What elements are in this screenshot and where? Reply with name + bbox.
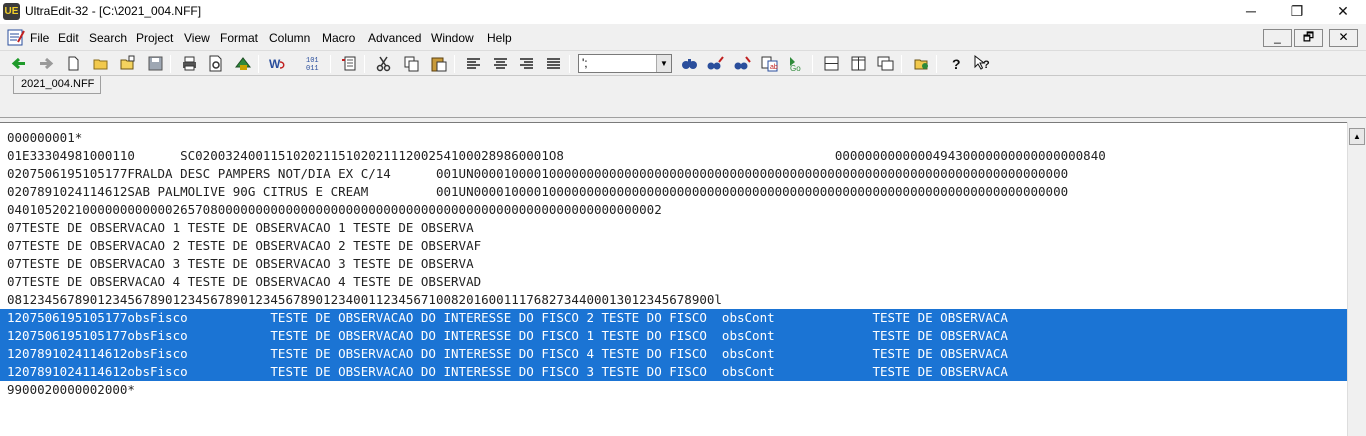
cascade-windows-icon[interactable] [876, 54, 895, 73]
svg-text:?: ? [983, 59, 990, 71]
ultraedit-app-icon[interactable]: UE [3, 3, 20, 20]
replace-icon[interactable]: ab [760, 54, 779, 73]
chevron-down-icon[interactable]: ▼ [656, 55, 671, 72]
forward-arrow-icon[interactable] [36, 54, 55, 73]
open-project-icon[interactable] [118, 54, 137, 73]
editor-line[interactable]: 0207506195105177FRALDA DESC PAMPERS NOT/… [7, 165, 1347, 183]
word-wrap-icon[interactable]: W [268, 54, 287, 73]
menu-format[interactable]: Format [220, 31, 258, 45]
menu-file[interactable]: File [30, 31, 49, 45]
close-button[interactable]: ✕ [1320, 0, 1366, 24]
mdi-minimize-button[interactable]: _ [1263, 29, 1292, 47]
editor-line[interactable]: 0401052021000000000000265708000000000000… [7, 201, 1347, 219]
svg-text:Go: Go [790, 64, 801, 73]
text-editor[interactable]: 000000001* 01E33304981000110 SC0200324001… [0, 122, 1347, 436]
editor-line[interactable]: 0207891024114612SAB PALMOLIVE 90G CITRUS… [7, 183, 1347, 201]
minimize-button[interactable]: ─ [1228, 0, 1274, 24]
svg-text:?: ? [952, 56, 961, 72]
window-title: UltraEdit-32 - [C:\2021_004.NFF] [25, 4, 202, 18]
find-icon[interactable] [680, 54, 699, 73]
svg-text:101: 101 [306, 57, 319, 65]
editor-lines: 000000001* 01E33304981000110 SC0200324001… [0, 129, 1347, 399]
align-left-icon[interactable] [464, 54, 483, 73]
menu-bar: File Edit Search Project View Format Col… [0, 27, 1366, 49]
editor-line[interactable]: 07TESTE DE OBSERVACAO 1 TESTE DE OBSERVA… [7, 219, 1347, 237]
help-icon[interactable]: ? [947, 54, 966, 73]
open-folder-icon[interactable] [92, 54, 111, 73]
hex-mode-icon[interactable]: 101 011 [304, 54, 323, 73]
scroll-up-arrow-icon[interactable]: ▲ [1349, 128, 1365, 145]
mdi-close-button[interactable]: ✕ [1329, 29, 1358, 47]
editor-line[interactable]: 01E33304981000110 SC02003240011510202115… [7, 147, 1347, 165]
editor-line[interactable]: 9900020000002000* [7, 381, 1347, 399]
split-vertical-icon[interactable] [849, 54, 868, 73]
editor-line[interactable]: 000000001* [7, 129, 1347, 147]
new-file-icon[interactable] [64, 54, 83, 73]
justify-icon[interactable] [544, 54, 563, 73]
save-icon[interactable] [146, 54, 165, 73]
menu-search[interactable]: Search [89, 31, 127, 45]
split-horizontal-icon[interactable] [822, 54, 841, 73]
svg-text:ab: ab [770, 64, 778, 71]
file-tab-strip: 2021_004.NFF [0, 76, 1366, 118]
find-next-icon[interactable] [706, 54, 725, 73]
svg-text:W: W [269, 57, 281, 71]
cut-icon[interactable] [374, 54, 393, 73]
document-icon[interactable] [7, 29, 25, 46]
context-help-icon[interactable]: ? [973, 54, 992, 73]
mdi-restore-button[interactable]: 🗗 [1294, 29, 1323, 47]
menu-project[interactable]: Project [136, 31, 173, 45]
editor-line[interactable]: 1207506195105177obsFisco TESTE DE OBSERV… [0, 309, 1347, 327]
editor-line[interactable]: 07TESTE DE OBSERVACAO 4 TESTE DE OBSERVA… [7, 273, 1347, 291]
vertical-scrollbar[interactable]: ▲ [1347, 122, 1366, 436]
back-arrow-icon[interactable] [10, 54, 29, 73]
print-icon[interactable] [180, 54, 199, 73]
align-center-icon[interactable] [491, 54, 510, 73]
menu-column[interactable]: Column [269, 31, 310, 45]
editor-line[interactable]: 07TESTE DE OBSERVACAO 3 TESTE DE OBSERVA… [7, 255, 1347, 273]
menu-help[interactable]: Help [487, 31, 512, 45]
editor-line[interactable]: 0812345678901234567890123456789012345678… [7, 291, 1347, 309]
align-right-icon[interactable] [517, 54, 536, 73]
tools-icon[interactable] [912, 54, 931, 73]
copy-icon[interactable] [402, 54, 421, 73]
goto-icon[interactable]: Go [786, 54, 805, 73]
menu-advanced[interactable]: Advanced [368, 31, 421, 45]
print-preview-icon[interactable] [206, 54, 225, 73]
svg-text:011: 011 [306, 65, 319, 73]
file-tab[interactable]: 2021_004.NFF [13, 76, 101, 94]
menu-edit[interactable]: Edit [58, 31, 79, 45]
search-combo[interactable]: '; ▼ [578, 54, 672, 73]
line-numbers-icon[interactable] [340, 54, 359, 73]
paste-icon[interactable] [429, 54, 448, 73]
restore-button[interactable]: ❐ [1274, 0, 1320, 24]
menu-view[interactable]: View [184, 31, 210, 45]
menu-macro[interactable]: Macro [322, 31, 355, 45]
find-previous-icon[interactable] [733, 54, 752, 73]
search-combo-value: '; [582, 56, 588, 70]
editor-line[interactable]: 07TESTE DE OBSERVACAO 2 TESTE DE OBSERVA… [7, 237, 1347, 255]
ftp-icon[interactable] [234, 54, 253, 73]
toolbar: W 101 011 '; ▼ ab Go ? ? [0, 50, 1366, 76]
menu-window[interactable]: Window [431, 31, 474, 45]
editor-line[interactable]: 1207891024114612obsFisco TESTE DE OBSERV… [0, 345, 1347, 363]
editor-line[interactable]: 1207891024114612obsFisco TESTE DE OBSERV… [0, 363, 1347, 381]
title-bar: UE UltraEdit-32 - [C:\2021_004.NFF] ─ ❐ … [0, 0, 1366, 24]
editor-line[interactable]: 1207506195105177obsFisco TESTE DE OBSERV… [0, 327, 1347, 345]
